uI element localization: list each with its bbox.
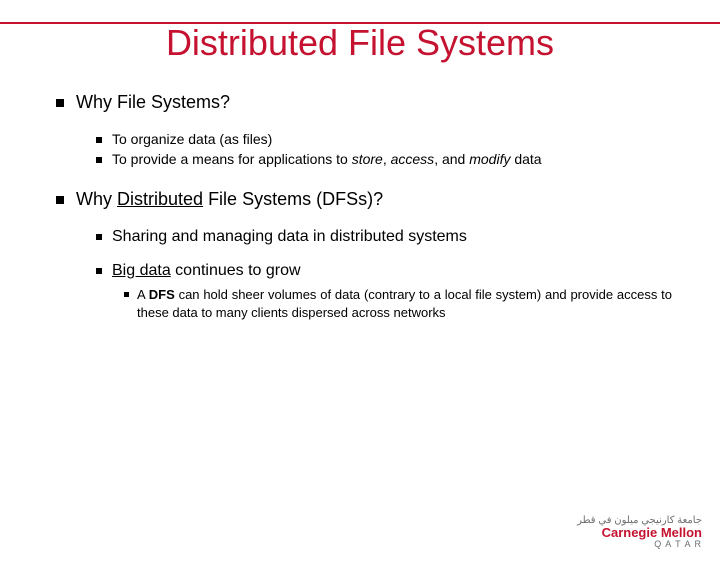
square-bullet-icon bbox=[96, 268, 102, 274]
section1-heading: Why File Systems? bbox=[76, 92, 230, 113]
slide-content: Why File Systems? To organize data (as f… bbox=[0, 92, 720, 321]
header-accent-line bbox=[0, 22, 720, 24]
text-fragment: Why bbox=[76, 189, 117, 209]
square-bullet-icon bbox=[56, 196, 64, 204]
text-underline: Big data bbox=[112, 262, 171, 279]
section-why-fs: Why File Systems? To organize data (as f… bbox=[56, 92, 672, 167]
text-fragment: data bbox=[510, 151, 541, 167]
text-emphasis: store bbox=[352, 151, 383, 167]
text-fragment: continues to grow bbox=[171, 262, 301, 279]
square-bullet-icon bbox=[124, 292, 129, 297]
item-text: Big data continues to grow bbox=[112, 262, 301, 280]
list-item: A DFS can hold sheer volumes of data (co… bbox=[124, 286, 672, 321]
text-fragment: To provide a means for applications to bbox=[112, 151, 352, 167]
text-fragment: can hold sheer volumes of data (contrary… bbox=[137, 287, 672, 320]
square-bullet-icon bbox=[96, 157, 102, 163]
list-item: To provide a means for applications to s… bbox=[96, 151, 672, 167]
text-fragment: , and bbox=[434, 151, 469, 167]
logo-location: Q A T A R bbox=[577, 540, 702, 550]
list-item: Sharing and managing data in distributed… bbox=[96, 228, 672, 246]
slide-title: Distributed File Systems bbox=[0, 22, 720, 64]
text-fragment: A bbox=[137, 287, 149, 302]
square-bullet-icon bbox=[56, 99, 64, 107]
text-emphasis: modify bbox=[469, 151, 510, 167]
text-underline: Distributed bbox=[117, 189, 203, 209]
list-item: Big data continues to grow A DFS can hol… bbox=[96, 262, 672, 321]
text-bold: DFS bbox=[149, 287, 175, 302]
university-logo: جامعة كارنيجي ميلون في قطر Carnegie Mell… bbox=[577, 515, 702, 550]
text-fragment: , bbox=[383, 151, 391, 167]
item-text: Sharing and managing data in distributed… bbox=[112, 228, 467, 246]
list-item: To organize data (as files) bbox=[96, 131, 672, 147]
item-text: To provide a means for applications to s… bbox=[112, 151, 542, 167]
logo-name: Carnegie Mellon bbox=[577, 526, 702, 540]
square-bullet-icon bbox=[96, 234, 102, 240]
section-why-dfs: Why Distributed File Systems (DFSs)? Sha… bbox=[56, 189, 672, 321]
text-fragment: File Systems (DFSs)? bbox=[203, 189, 383, 209]
item-text: A DFS can hold sheer volumes of data (co… bbox=[137, 286, 672, 321]
square-bullet-icon bbox=[96, 137, 102, 143]
item-text: To organize data (as files) bbox=[112, 131, 272, 147]
section2-heading: Why Distributed File Systems (DFSs)? bbox=[76, 189, 383, 210]
text-emphasis: access bbox=[391, 151, 435, 167]
